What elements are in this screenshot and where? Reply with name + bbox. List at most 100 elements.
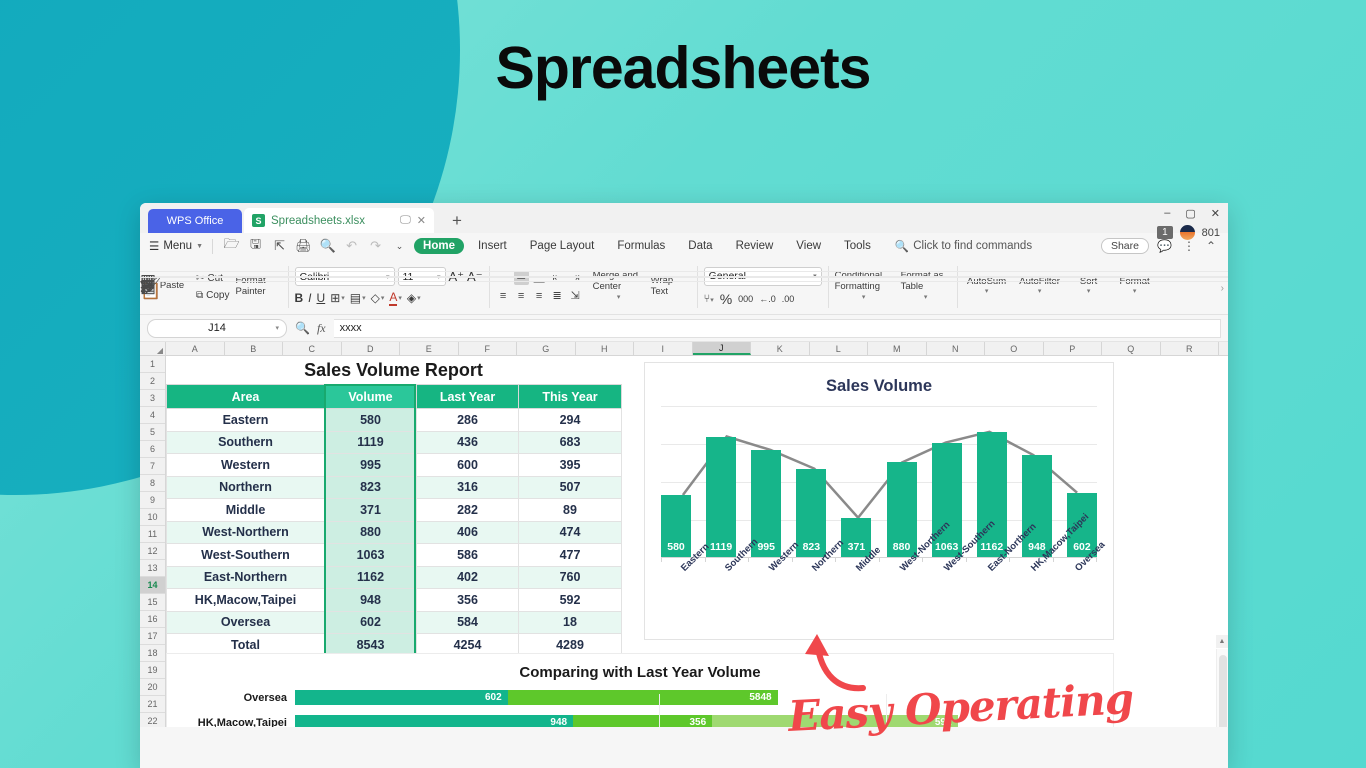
cell[interactable]: 1162: [324, 565, 417, 589]
format-painter-button[interactable]: 🖌 Format Painter: [140, 275, 1228, 298]
bar[interactable]: 880: [886, 462, 917, 558]
bar-segment[interactable]: 948: [295, 715, 574, 727]
row-header-3[interactable]: 3: [140, 390, 165, 407]
row-header-1[interactable]: 1: [140, 356, 165, 373]
column-header-q[interactable]: Q: [1102, 342, 1161, 355]
increase-decimal-button[interactable]: ←.0: [759, 294, 776, 304]
row-header-20[interactable]: 20: [140, 679, 165, 696]
cell[interactable]: 406: [416, 520, 519, 544]
cell[interactable]: 586: [416, 543, 519, 567]
close-window-button[interactable]: ✕: [1211, 207, 1220, 220]
column-header-p[interactable]: P: [1044, 342, 1102, 355]
save-as-icon[interactable]: ⇱: [270, 238, 289, 254]
column-header-k[interactable]: K: [751, 342, 810, 355]
cell[interactable]: Southern: [166, 430, 325, 454]
row-header-17[interactable]: 17: [140, 628, 165, 645]
save-icon[interactable]: 🖫: [246, 235, 265, 257]
cell[interactable]: 286: [416, 408, 519, 432]
tab-home[interactable]: Home: [414, 238, 464, 254]
column-header-d[interactable]: D: [342, 342, 400, 355]
cell[interactable]: 402: [416, 565, 519, 589]
column-header-b[interactable]: B: [225, 342, 283, 355]
wrap-text-button[interactable]: ⤶ Wrap Text: [140, 275, 1228, 298]
menu-button[interactable]: ☰ Menu ▼: [149, 239, 203, 253]
scroll-up-button[interactable]: ▲: [1216, 635, 1228, 648]
cell[interactable]: 995: [324, 453, 417, 477]
sales-volume-chart[interactable]: Sales Volume 580 1119 995 823 371 880 1063 1162…: [644, 362, 1114, 640]
row-header-5[interactable]: 5: [140, 424, 165, 441]
column-header-i[interactable]: I: [634, 342, 693, 355]
table-row[interactable]: Western 995 600 395: [166, 453, 622, 477]
cell[interactable]: 294: [518, 408, 622, 432]
cell[interactable]: Northern: [166, 475, 325, 499]
table-row[interactable]: Eastern 580 286 294: [166, 408, 622, 432]
table-row[interactable]: HK,Macow,Taipei 948 356 592: [166, 588, 622, 612]
cast-icon[interactable]: 🖵: [400, 214, 411, 227]
row-header-14[interactable]: 14: [140, 577, 165, 594]
autosum-button[interactable]: Σ AutoSum ▾: [140, 276, 1228, 297]
column-header-l[interactable]: L: [810, 342, 868, 355]
row-header-21[interactable]: 21: [140, 696, 165, 713]
row-header-4[interactable]: 4: [140, 407, 165, 424]
bold-button[interactable]: B: [295, 291, 304, 305]
tab-tools[interactable]: Tools: [835, 238, 880, 254]
column-header-n[interactable]: N: [927, 342, 985, 355]
row-header-19[interactable]: 19: [140, 662, 165, 679]
row-header-13[interactable]: 13: [140, 560, 165, 577]
column-header-c[interactable]: C: [283, 342, 342, 355]
column-header-h[interactable]: H: [576, 342, 634, 355]
row-header-15[interactable]: 15: [140, 594, 165, 611]
table-row[interactable]: Middle 371 282 89: [166, 498, 622, 522]
table-row[interactable]: Northern 823 316 507: [166, 475, 622, 499]
more-options-icon[interactable]: ⋮: [1180, 239, 1198, 253]
ribbon-overflow-icon[interactable]: ›: [1221, 283, 1224, 294]
cell[interactable]: 592: [518, 588, 622, 612]
font-color-button[interactable]: A ▾: [389, 290, 402, 306]
cell[interactable]: 602: [324, 610, 417, 634]
open-icon[interactable]: 🗁: [222, 235, 241, 257]
cell[interactable]: Middle: [166, 498, 325, 522]
undo-icon[interactable]: ↶: [342, 238, 361, 254]
cell[interactable]: 282: [416, 498, 519, 522]
table-row[interactable]: West-Southern 1063 586 477: [166, 543, 622, 567]
sort-button[interactable]: ⇅ Sort ▾: [140, 276, 1228, 297]
column-header-r[interactable]: R: [1161, 342, 1219, 355]
row-header-8[interactable]: 8: [140, 475, 165, 492]
bar-segment[interactable]: 356: [573, 715, 713, 727]
cell[interactable]: 474: [518, 520, 622, 544]
cell[interactable]: Oversea: [166, 610, 325, 634]
scrollbar-thumb[interactable]: [1219, 655, 1227, 727]
cell[interactable]: 1063: [324, 543, 417, 567]
redo-icon[interactable]: ↷: [366, 238, 385, 254]
table-row[interactable]: Southern 1119 436 683: [166, 430, 622, 454]
cell[interactable]: 356: [416, 588, 519, 612]
column-header-a[interactable]: A: [166, 342, 225, 355]
insert-function-icon[interactable]: fx: [317, 321, 326, 336]
bar[interactable]: 580: [661, 495, 691, 558]
justify-icon[interactable]: ≣: [550, 289, 565, 303]
table-row[interactable]: West-Northern 880 406 474: [166, 520, 622, 544]
bar[interactable]: 823: [796, 468, 827, 558]
cell[interactable]: 823: [324, 475, 417, 499]
cell[interactable]: 584: [416, 610, 519, 634]
find-icon[interactable]: 🔍: [295, 321, 310, 335]
tab-page-layout[interactable]: Page Layout: [521, 238, 604, 254]
row-header-9[interactable]: 9: [140, 492, 165, 509]
cell[interactable]: Western: [166, 453, 325, 477]
bar-segment[interactable]: 602: [295, 690, 508, 705]
currency-button[interactable]: ⑂▾: [704, 293, 714, 305]
row-header-7[interactable]: 7: [140, 458, 165, 475]
tab-view[interactable]: View: [787, 238, 830, 254]
cell[interactable]: 580: [324, 408, 417, 432]
percent-button[interactable]: %: [720, 291, 732, 307]
borders-button[interactable]: ⊞ ▾: [330, 291, 345, 305]
cell[interactable]: 948: [324, 588, 417, 612]
column-header-e[interactable]: E: [400, 342, 459, 355]
column-header-g[interactable]: G: [517, 342, 576, 355]
row-header-10[interactable]: 10: [140, 509, 165, 526]
minimize-button[interactable]: –: [1164, 207, 1170, 220]
row-header-2[interactable]: 2: [140, 373, 165, 390]
cell[interactable]: 683: [518, 430, 622, 454]
vertical-scrollbar[interactable]: [1216, 649, 1228, 727]
orientation-icon[interactable]: ⇲: [568, 289, 583, 303]
